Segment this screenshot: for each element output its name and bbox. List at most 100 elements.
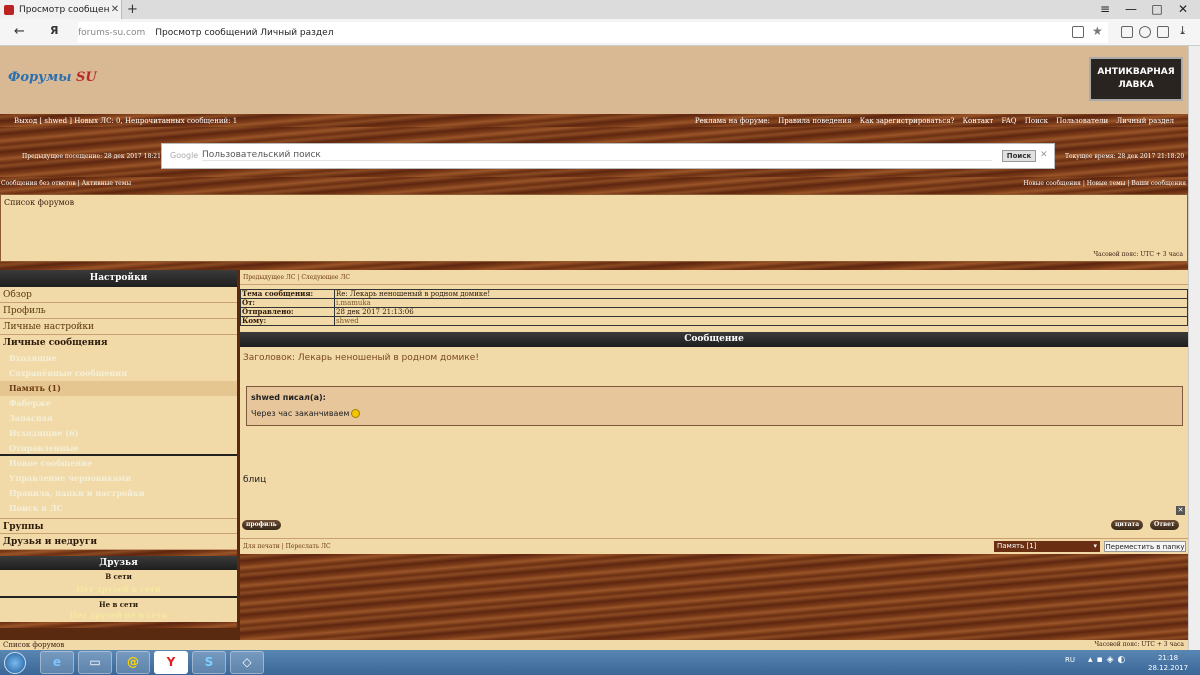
sidebar-item-groups[interactable]: Группы: [0, 518, 237, 534]
pm-rules-folders[interactable]: Правила, папки и настройки: [0, 486, 237, 501]
top-navigation: Выход [ shwed ] Новых ЛС: 0, Непрочитанн…: [0, 114, 1188, 127]
download-icon[interactable]: ⤓: [1178, 24, 1187, 37]
chevron-down-icon: ▾: [1093, 542, 1097, 550]
nav-link-search[interactable]: Поиск: [1025, 117, 1048, 125]
message-body: блиц: [243, 475, 267, 485]
clear-search-icon[interactable]: ✕: [1040, 150, 1048, 160]
search-button[interactable]: Поиск: [1002, 150, 1036, 162]
nav-link-register-help[interactable]: Как зарегистрироваться?: [860, 117, 955, 125]
new-tab-button[interactable]: +: [127, 2, 138, 17]
browser-tab[interactable]: Просмотр сообщений Л ✕: [0, 0, 122, 19]
quick-links-right[interactable]: Новые сообщения | Новые темы | Ваши сооб…: [1023, 180, 1188, 192]
clock-date: 28.12.2017: [1148, 664, 1189, 672]
quick-links-left[interactable]: Сообщения без ответов | Активные темы: [0, 180, 131, 192]
table-row: Отправлено: 28 дек 2017 21:13:06: [240, 307, 1188, 317]
pm-folder-outbox[interactable]: Исходящие (6): [0, 426, 237, 441]
pm-folder-memory[interactable]: Память (1): [0, 381, 237, 396]
move-folder-select[interactable]: Память [1] ▾: [994, 541, 1100, 552]
search-input[interactable]: Пользовательский поиск: [202, 150, 992, 161]
shield-icon[interactable]: [1157, 26, 1169, 38]
friends-header: Друзья: [0, 556, 237, 570]
minimize-button[interactable]: —: [1118, 2, 1144, 16]
print-forward-links[interactable]: Для печати | Переслать ЛС: [243, 543, 331, 550]
table-row: От: i.mamuka: [240, 298, 1188, 308]
sidebar-item-friends-foes[interactable]: Друзья и недруги: [0, 534, 237, 550]
extension-icon[interactable]: [1121, 26, 1133, 38]
sidebar-item-pm[interactable]: Личные сообщения: [0, 335, 237, 351]
user-status-links[interactable]: Выход [ shwed ] Новых ЛС: 0, Непрочитанн…: [14, 117, 237, 125]
ucp-sidebar: Настройки Обзор Профиль Личные настройки…: [0, 270, 237, 628]
move-to-folder-button[interactable]: Переместить в папку: [1104, 541, 1186, 552]
message-panel: Предыдущее ЛС | Следующее ЛС Тема сообще…: [240, 270, 1188, 554]
google-search-box: Google Пользовательский поиск Поиск ✕: [161, 143, 1055, 169]
app-icon[interactable]: ◇: [230, 651, 264, 674]
yandex-home-icon[interactable]: Я: [50, 24, 58, 37]
start-button[interactable]: [4, 652, 26, 674]
friends-list: В сети Нет друзей в сети Не в сети Нет д…: [0, 570, 237, 622]
browser-tab-bar: [0, 0, 1200, 19]
bookmark-star-icon[interactable]: ★: [1092, 24, 1103, 38]
mail-icon[interactable]: @: [116, 651, 150, 674]
message-subject: Заголовок: Лекарь неношеный в родном дом…: [243, 353, 479, 363]
antique-shop-banner[interactable]: АНТИКВАРНАЯ ЛАВКА: [1089, 57, 1183, 101]
pm-drafts[interactable]: Управление черновиками: [0, 471, 237, 486]
timezone-label: Часовой пояс: UTC + 3 часа: [1094, 641, 1184, 648]
nav-link: Реклама на форуме:: [694, 116, 770, 125]
back-button[interactable]: ←: [14, 24, 25, 39]
pm-folder-spare[interactable]: Запасная: [0, 411, 237, 426]
close-window-button[interactable]: ✕: [1170, 2, 1196, 16]
url-field[interactable]: forums-su.com Просмотр сообщений Личный …: [78, 22, 1108, 43]
report-close-icon[interactable]: ✕: [1176, 506, 1185, 515]
quote-button[interactable]: цитата: [1111, 520, 1144, 530]
reply-button[interactable]: Ответ: [1150, 520, 1179, 530]
forum-list-link[interactable]: Список форумов: [3, 641, 64, 649]
maximize-button[interactable]: □: [1144, 2, 1170, 16]
reader-mode-icon[interactable]: [1072, 26, 1084, 38]
sidebar-item-overview[interactable]: Обзор: [0, 287, 237, 303]
tab-close-icon[interactable]: ✕: [109, 4, 121, 15]
ie-icon[interactable]: e: [40, 651, 74, 674]
logo-text: Форумы: [8, 70, 72, 85]
tray-icons[interactable]: ▴▪◈◐: [1088, 655, 1129, 665]
sidebar-item-profile[interactable]: Профиль: [0, 303, 237, 319]
online-empty: Нет друзей в сети: [76, 584, 161, 594]
divider: [0, 262, 1188, 270]
pm-folder-inbox[interactable]: Входящие: [0, 351, 237, 366]
windows-taskbar: e ▭ @ Y S ◇ RU ▴▪◈◐ 21:18 28.12.2017: [0, 650, 1200, 675]
pm-search[interactable]: Поиск в ЛС: [0, 501, 237, 516]
quote-text-line: Через час заканчиваем: [251, 409, 361, 418]
pm-folder-saved[interactable]: Сохранённые сообщения: [0, 366, 237, 381]
profile-button[interactable]: профиль: [242, 520, 281, 530]
yandex-browser-icon[interactable]: Y: [154, 651, 188, 674]
nav-link-members[interactable]: Пользователи: [1056, 117, 1108, 125]
nav-link-faq[interactable]: FAQ: [1001, 117, 1016, 125]
pm-new-message[interactable]: Новое сообщение: [0, 456, 237, 471]
pm-navigation[interactable]: Предыдущее ЛС | Следующее ЛС: [240, 270, 1188, 285]
skype-icon[interactable]: S: [192, 651, 226, 674]
extension-icon[interactable]: [1139, 26, 1151, 38]
current-time: Текущее время: 28 дек 2017 21:18:20: [1065, 153, 1185, 160]
nav-link-contact[interactable]: Контакт: [963, 117, 994, 125]
offline-label: Не в сети: [0, 596, 237, 609]
logo-accent: SU: [76, 70, 97, 85]
forum-list-link[interactable]: Список форумов: [4, 198, 74, 207]
system-clock[interactable]: 21:18 28.12.2017: [1148, 653, 1188, 673]
language-indicator[interactable]: RU: [1065, 656, 1075, 664]
sender-link[interactable]: i.mamuka: [334, 298, 1188, 308]
nav-link-rules[interactable]: Правила поведения: [778, 117, 851, 125]
recipient-link[interactable]: shwed: [334, 316, 1188, 326]
pm-folder-sent[interactable]: Отправленные: [0, 441, 237, 456]
vertical-scrollbar[interactable]: [1188, 46, 1200, 650]
pm-folder-faberge[interactable]: Фаберже: [0, 396, 237, 411]
site-header: [0, 46, 1188, 114]
site-favicon: [4, 4, 14, 15]
explorer-folder-icon[interactable]: ▭: [78, 651, 112, 674]
settings-header: Настройки: [0, 270, 237, 287]
menu-icon[interactable]: ≡: [1092, 2, 1118, 16]
wood-fill: [240, 554, 1188, 640]
nav-link-ucp[interactable]: Личный раздел: [1116, 117, 1174, 125]
pm-folders: Входящие Сохранённые сообщения Память (1…: [0, 351, 237, 518]
site-logo[interactable]: Форумы SU: [8, 70, 97, 85]
sidebar-item-prefs[interactable]: Личные настройки: [0, 319, 237, 335]
meta-value: 28 дек 2017 21:13:06: [334, 307, 1188, 317]
